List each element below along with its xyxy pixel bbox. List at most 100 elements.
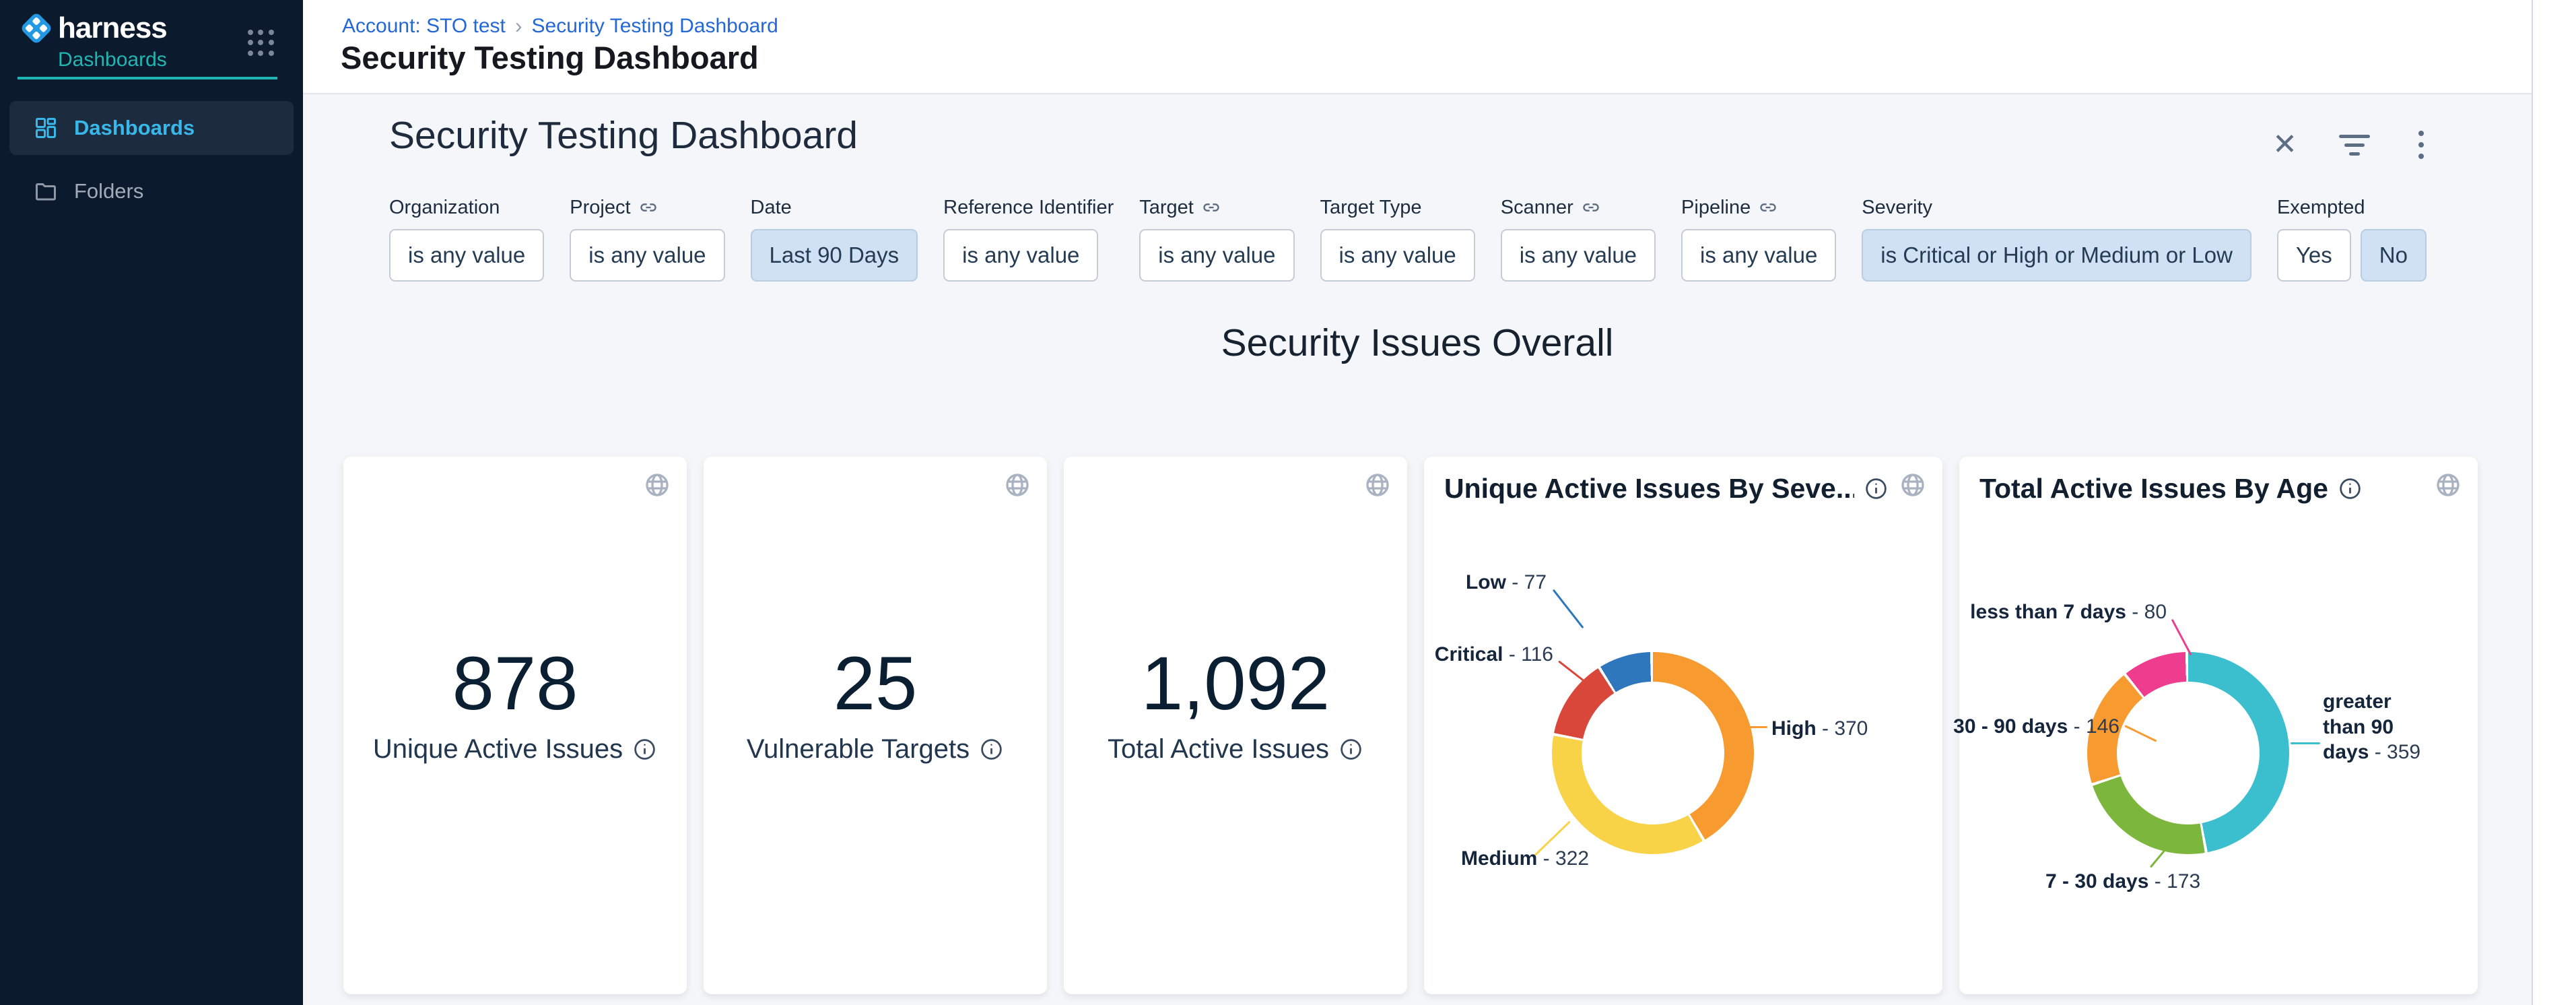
slice-label-right: High - 370 — [1771, 716, 1868, 742]
filter-pipeline: Pipeline is any value — [1681, 194, 1836, 282]
filter-target: Target is any value — [1139, 194, 1294, 282]
breadcrumb: Account: STO test › Security Testing Das… — [342, 13, 778, 38]
filter-chip[interactable]: is any value — [389, 229, 544, 282]
chart-card-1: Total Active Issues By Agegreater than 9… — [1959, 457, 2478, 994]
filter-chip[interactable]: Last 90 Days — [751, 229, 918, 282]
slice-label-right: greater than 90 days - 359 — [2323, 689, 2431, 765]
donut-hole — [1582, 682, 1724, 824]
link-icon — [1202, 198, 1221, 217]
breadcrumb-account[interactable]: Account: STO test — [342, 15, 506, 38]
filter-project: Project is any value — [570, 194, 724, 282]
filter-label: Pipeline — [1681, 197, 1751, 219]
slice-connector — [2171, 619, 2192, 655]
slice-label-bottom: 7 - 30 days - 173 — [2045, 869, 2200, 895]
slice-connector — [1732, 726, 1767, 728]
filter-label: Organization — [389, 197, 500, 219]
info-icon[interactable] — [979, 737, 1004, 762]
product-name: Dashboards — [58, 48, 167, 71]
filter-target-type: Target Type is any value — [1320, 194, 1475, 282]
app-grid-icon[interactable] — [248, 30, 275, 57]
harness-logo-icon — [18, 9, 55, 47]
globe-icon[interactable] — [644, 472, 671, 498]
slice-label-top: less than 7 days - 80 — [1970, 599, 2167, 625]
filter-chip[interactable]: is any value — [1320, 229, 1475, 282]
dashboard-toolbar: ✕ — [2272, 129, 2431, 160]
dashboard-title: Security Testing Dashboard — [389, 113, 858, 158]
slice-connector — [1558, 660, 1592, 688]
filter-chip[interactable]: is any value — [1139, 229, 1294, 282]
slice-connector — [1553, 589, 1584, 629]
dashboard-grid-icon — [34, 116, 58, 140]
filter-label: Target — [1139, 197, 1194, 219]
filter-label: Target Type — [1320, 197, 1422, 219]
chevron-right-icon: › — [515, 13, 522, 38]
stat-card-vulnerable-targets: 25 Vulnerable Targets — [704, 457, 1047, 994]
sidebar: harness Dashboards Dashboards Folders — [0, 0, 303, 1005]
info-icon[interactable] — [1338, 737, 1363, 762]
slice-connector — [2291, 742, 2320, 744]
right-rail — [2532, 0, 2576, 1005]
filter-exempted: Exempted YesNo — [2277, 194, 2427, 282]
logo-text: harness — [58, 11, 167, 45]
stat-card-total-active-issues: 1,092 Total Active Issues — [1064, 457, 1407, 994]
cards-row: 878 Unique Active Issues 25 Vulnerable Targ… — [343, 457, 2478, 994]
filter-chip[interactable]: is any value — [1501, 229, 1656, 282]
sidebar-item-label: Dashboards — [74, 116, 195, 140]
filter-label: Severity — [1862, 197, 1932, 219]
filter-label: Scanner — [1501, 197, 1573, 219]
filter-organization: Organization is any value — [389, 194, 544, 282]
harness-logo[interactable]: harness — [18, 9, 167, 47]
dashboard-panel: Security Testing Dashboard ✕ Organizatio… — [303, 94, 2532, 1005]
donut-ring[interactable] — [2087, 652, 2289, 854]
filter-chip[interactable]: is any value — [943, 229, 1098, 282]
slice-label-top: Low - 77 — [1466, 570, 1547, 595]
stat-label: Unique Active Issues — [343, 734, 687, 765]
info-icon[interactable] — [632, 737, 657, 762]
chart-card-0: Unique Active Issues By Seve...High - 37… — [1424, 457, 1942, 994]
stat-value[interactable]: 1,092 — [1064, 640, 1407, 727]
slice-label-left: 30 - 90 days - 146 — [1953, 714, 2120, 740]
filter-label: Date — [751, 197, 792, 219]
slice-label-bottom: Medium - 322 — [1461, 846, 1589, 872]
link-icon — [1582, 198, 1600, 217]
sidebar-divider — [18, 77, 277, 79]
sidebar-item-dashboards[interactable]: Dashboards — [9, 101, 294, 155]
filter-label: Project — [570, 197, 630, 219]
filter-chip[interactable]: is any value — [1681, 229, 1836, 282]
page-title: Security Testing Dashboard — [341, 39, 759, 76]
filter-label: Reference Identifier — [943, 197, 1114, 219]
filter-scanner: Scanner is any value — [1501, 194, 1656, 282]
filter-bar: Organization is any value Project is any va… — [389, 194, 2427, 282]
filter-date: Date Last 90 Days — [751, 194, 918, 282]
donut-chart: greater than 90 days - 359 7 - 30 days - … — [1959, 457, 2478, 994]
top-bar: Account: STO test › Security Testing Das… — [303, 0, 2532, 94]
slice-label-left: Critical - 116 — [1435, 642, 1553, 668]
filter-chip[interactable]: No — [2361, 229, 2427, 282]
link-icon — [1759, 198, 1777, 217]
globe-icon[interactable] — [1364, 472, 1391, 498]
donut-chart: High - 370 Medium - 322 Critical - 116 Low … — [1424, 457, 1942, 994]
donut-hole — [2117, 682, 2260, 824]
stat-label: Vulnerable Targets — [704, 734, 1047, 765]
sidebar-item-label: Folders — [74, 179, 143, 203]
sidebar-item-folders[interactable]: Folders — [9, 164, 294, 218]
stat-value[interactable]: 25 — [704, 640, 1047, 727]
filter-icon[interactable] — [2339, 135, 2370, 156]
filter-label: Exempted — [2277, 197, 2365, 219]
donut-ring[interactable] — [1552, 652, 1754, 854]
stat-card-unique-active-issues: 878 Unique Active Issues — [343, 457, 687, 994]
stat-label: Total Active Issues — [1064, 734, 1407, 765]
filter-chip[interactable]: is Critical or High or Medium or Low — [1862, 229, 2251, 282]
filter-chip[interactable]: Yes — [2277, 229, 2351, 282]
stat-value[interactable]: 878 — [343, 640, 687, 727]
section-heading: Security Issues Overall — [303, 321, 2532, 365]
filter-chip[interactable]: is any value — [570, 229, 724, 282]
breadcrumb-dashboard[interactable]: Security Testing Dashboard — [532, 15, 778, 38]
close-icon[interactable]: ✕ — [2272, 130, 2297, 160]
kebab-menu-icon[interactable] — [2412, 129, 2431, 160]
link-icon — [639, 198, 658, 217]
filter-reference-identifier: Reference Identifier is any value — [943, 194, 1114, 282]
filter-severity: Severity is Critical or High or Medium or… — [1862, 194, 2251, 282]
folder-icon — [34, 179, 58, 203]
globe-icon[interactable] — [1004, 472, 1031, 498]
